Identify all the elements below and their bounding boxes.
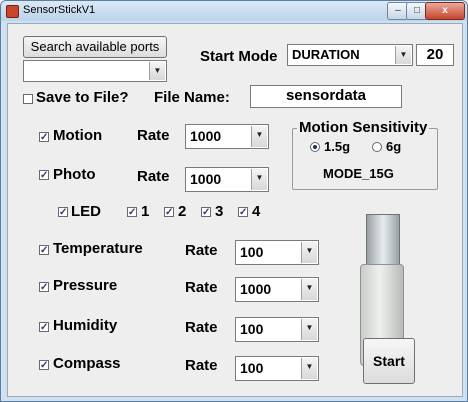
humidity-rate-value: 100 [240,321,264,337]
led-4-checkbox[interactable] [238,207,248,217]
chevron-down-icon: ▼ [301,319,317,340]
led-4-label: 4 [252,203,261,220]
motion-rate-select[interactable]: 1000 ▼ [185,124,269,149]
client-area: Search available ports ▼ Start Mode DURA… [7,23,463,397]
motion-sensitivity-title: Motion Sensitivity [297,119,430,136]
save-to-file-checkbox[interactable] [23,94,33,104]
led-2-label: 2 [178,203,187,220]
start-mode-label: Start Mode [200,48,278,65]
sensitivity-6g-radio[interactable] [372,142,382,152]
sensitivity-6g-label: 6g [386,139,402,154]
compass-label: Compass [53,355,121,372]
photo-label: Photo [53,166,96,183]
app-icon [6,5,19,18]
motion-label: Motion [53,127,103,144]
temperature-rate-label: Rate [185,242,218,259]
search-ports-button[interactable]: Search available ports [23,36,167,58]
chevron-down-icon: ▼ [251,169,267,190]
duration-field[interactable]: 20 [416,44,454,66]
chevron-down-icon: ▼ [149,62,165,80]
photo-rate-label: Rate [137,168,170,185]
usb-plug-image [366,214,400,266]
chevron-down-icon: ▼ [251,126,267,147]
led-3-checkbox[interactable] [201,207,211,217]
humidity-rate-select[interactable]: 100 ▼ [235,317,319,342]
humidity-label: Humidity [53,317,118,334]
motion-rate-label: Rate [137,127,170,144]
pressure-checkbox[interactable] [39,282,49,292]
sensitivity-mode-text: MODE_15G [323,166,394,181]
maximize-icon: □ [413,5,421,16]
app-window: SensorStickV1 – □ x Search available por… [0,0,468,402]
led-3-label: 3 [215,203,224,220]
compass-rate-value: 100 [240,360,264,376]
photo-rate-value: 1000 [190,171,222,187]
pressure-rate-value: 1000 [240,281,272,297]
compass-checkbox[interactable] [39,360,49,370]
start-mode-value: DURATION [292,47,360,62]
minimize-icon: – [395,5,401,16]
chevron-down-icon: ▼ [301,242,317,263]
start-button[interactable]: Start [363,338,415,384]
temperature-rate-value: 100 [240,244,264,260]
file-name-label: File Name: [154,89,230,106]
pressure-label: Pressure [53,277,118,294]
file-name-field[interactable]: sensordata [250,85,402,108]
title-bar: SensorStickV1 – □ x [1,1,467,21]
motion-rate-value: 1000 [190,128,222,144]
sensitivity-1-5g-label: 1.5g [324,139,351,154]
chevron-down-icon: ▼ [301,358,317,379]
led-checkbox[interactable] [58,207,68,217]
compass-rate-select[interactable]: 100 ▼ [235,356,319,381]
led-1-label: 1 [141,203,150,220]
led-1-checkbox[interactable] [127,207,137,217]
led-label: LED [71,203,101,220]
close-button[interactable]: x [425,2,465,20]
compass-rate-label: Rate [185,357,218,374]
pressure-rate-select[interactable]: 1000 ▼ [235,277,319,302]
photo-rate-select[interactable]: 1000 ▼ [185,167,269,192]
port-select[interactable]: ▼ [23,60,167,82]
motion-checkbox[interactable] [39,132,49,142]
chevron-down-icon: ▼ [301,279,317,300]
sensitivity-1-5g-radio[interactable] [310,142,320,152]
save-to-file-label: Save to File? [36,89,129,106]
humidity-rate-label: Rate [185,319,218,336]
start-mode-select[interactable]: DURATION ▼ [287,44,413,66]
photo-checkbox[interactable] [39,170,49,180]
pressure-rate-label: Rate [185,279,218,296]
temperature-rate-select[interactable]: 100 ▼ [235,240,319,265]
window-title: SensorStickV1 [23,4,96,16]
temperature-label: Temperature [53,240,143,257]
led-2-checkbox[interactable] [164,207,174,217]
humidity-checkbox[interactable] [39,322,49,332]
temperature-checkbox[interactable] [39,245,49,255]
chevron-down-icon: ▼ [395,46,411,64]
